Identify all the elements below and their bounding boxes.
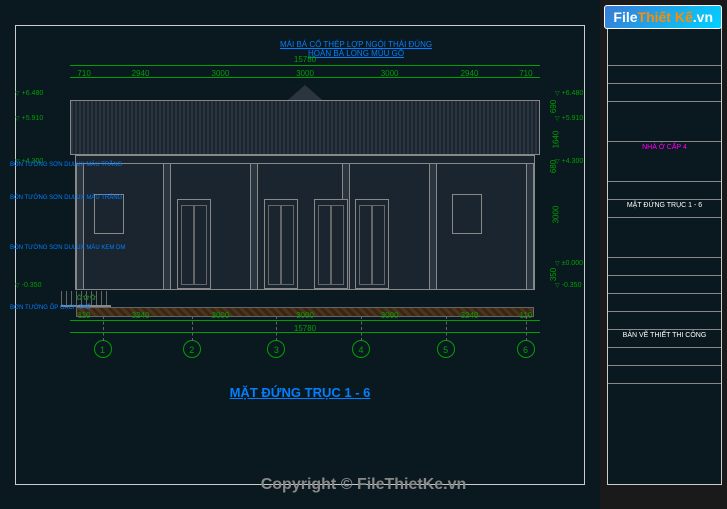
tb-stage: BẢN VẼ THIẾT THI CÔNG — [608, 330, 721, 348]
tb-row — [608, 218, 721, 258]
grid-line — [192, 316, 193, 341]
column-6 — [526, 164, 534, 289]
window-2 — [452, 194, 482, 234]
column-5 — [429, 164, 437, 289]
dim-line-total — [70, 65, 540, 66]
wall-note-2: BÒN TƯỜNG SƠN DULUX MÀU TRẮNG — [10, 195, 122, 201]
building-elevation: ✿✿✿ — [70, 90, 540, 310]
dim-line-bot — [70, 320, 540, 321]
grid-1: 1 — [94, 340, 112, 358]
dimension-bottom: 110 3240 3000 3000 3000 3240 110 15780 — [70, 320, 540, 340]
wall: ✿✿✿ — [75, 155, 535, 290]
grid-label: 2 — [189, 345, 194, 355]
dim-seg-6: 710 — [519, 69, 532, 78]
grid-line — [526, 316, 527, 341]
bdim-4: 3000 — [381, 311, 399, 320]
column-1 — [76, 164, 84, 289]
bdim-total: 15780 — [294, 324, 316, 333]
vdim-5: 350 — [549, 268, 558, 281]
dim-seg-0: 710 — [77, 69, 90, 78]
vdim-3: 680 — [549, 160, 558, 173]
level-r6: -0.350 — [555, 282, 581, 289]
drawing-title: MẶT ĐỨNG TRỤC 1 - 6 — [230, 385, 371, 400]
fascia — [76, 156, 534, 164]
level-1: +6.480 — [15, 90, 43, 97]
tb-row — [608, 102, 721, 142]
door-4 — [355, 199, 389, 289]
grid-line — [446, 316, 447, 341]
cad-viewport[interactable]: MÁI BÁ CỐ THÉP LỢP NGÓI THÁI ĐÚNG HOÀN B… — [0, 0, 600, 509]
tb-row — [608, 312, 721, 330]
logo-prefix: File — [613, 9, 637, 25]
tb-row — [608, 258, 721, 276]
logo-suffix: .vn — [693, 9, 713, 25]
grid-label: 3 — [274, 345, 279, 355]
tb-row — [608, 294, 721, 312]
tb-row — [608, 366, 721, 384]
dim-seg-4: 3000 — [381, 69, 399, 78]
tb-row — [608, 348, 721, 366]
tb-row — [608, 84, 721, 102]
dimension-right: +6.480 +5.910 +4.300 ±0.000 -0.350 690 1… — [545, 90, 595, 310]
logo-mid: Thiết Kế — [638, 9, 693, 25]
dim-seg-1: 2940 — [132, 69, 150, 78]
note-line1: MÁI BÁ CỐ THÉP LỢP NGÓI THÁI ĐÚNG — [280, 40, 432, 49]
bdim-1: 3240 — [132, 311, 150, 320]
dim-seg-5: 2940 — [461, 69, 479, 78]
wall-note-3: BÒN TƯỜNG SƠN DULUX MÀU KEM DM — [10, 245, 125, 251]
grid-line — [361, 316, 362, 341]
vdim-4: 3000 — [551, 206, 560, 224]
titleblock: NHÀ Ở CẤP 4 MẶT ĐỨNG TRỤC 1 - 6 BẢN VẼ T… — [607, 25, 722, 485]
grid-2: 2 — [183, 340, 201, 358]
tb-sheet-title: MẶT ĐỨNG TRỤC 1 - 6 — [608, 200, 721, 218]
roof — [70, 90, 540, 160]
grid-label: 5 — [443, 345, 448, 355]
tb-owner: NHÀ Ở CẤP 4 — [608, 142, 721, 182]
grid-6: 6 — [517, 340, 535, 358]
grid-label: 6 — [523, 345, 528, 355]
column-2 — [163, 164, 171, 289]
grid-4: 4 — [352, 340, 370, 358]
tb-row — [608, 66, 721, 84]
tb-row — [608, 182, 721, 200]
grid-bubbles: 1 2 3 4 5 6 — [70, 340, 540, 380]
bdim-0: 110 — [78, 311, 91, 320]
bdim-5: 3240 — [461, 311, 479, 320]
tb-row — [608, 276, 721, 294]
column-3 — [250, 164, 258, 289]
grid-3: 3 — [267, 340, 285, 358]
vdim-2: 1640 — [551, 131, 560, 149]
vdim-1: 690 — [549, 100, 558, 113]
door-2 — [264, 199, 298, 289]
watermark-logo: FileThiết Kế.vn — [604, 5, 722, 29]
level-r3: +4.300 — [555, 158, 583, 165]
grid-label: 1 — [100, 345, 105, 355]
bdim-3: 3000 — [296, 311, 314, 320]
roof-slope — [70, 100, 540, 155]
level-2: +5.910 — [15, 115, 43, 122]
grid-line — [103, 316, 104, 341]
columns — [76, 164, 534, 289]
bdim-2: 3000 — [211, 311, 229, 320]
level-r2: +5.910 — [555, 115, 583, 122]
level-6: -0.350 — [15, 282, 41, 289]
plant-icon: ✿✿✿ — [76, 293, 106, 305]
dimension-left: +6.480 +5.910 +4.300 -0.350 BÒN TƯỜNG SƠ… — [15, 90, 70, 310]
grid-label: 4 — [358, 345, 363, 355]
tb-logo-area — [608, 26, 721, 66]
dim-seg-2: 3000 — [211, 69, 229, 78]
dim-total: 15780 — [294, 55, 316, 64]
level-r5: ±0.000 — [555, 260, 583, 267]
door-3 — [314, 199, 348, 289]
grid-line — [276, 316, 277, 341]
watermark-center: Copyright © FileThietKe.vn — [261, 476, 467, 494]
level-r1: +6.480 — [555, 90, 583, 97]
wall-note-1: BÒN TƯỜNG SƠN DULUX MÀU TRẮNG — [10, 162, 122, 168]
grid-5: 5 — [437, 340, 455, 358]
door-1 — [177, 199, 211, 289]
dim-seg-3: 3000 — [296, 69, 314, 78]
